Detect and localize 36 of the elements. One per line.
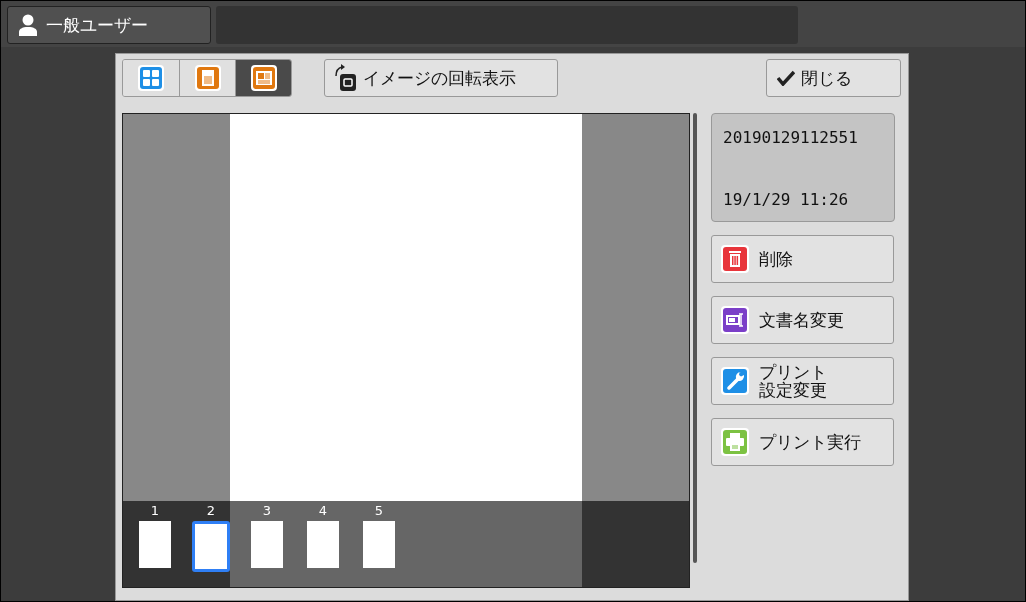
page-number: 4	[318, 503, 328, 519]
document-icon	[249, 64, 278, 92]
grid-icon	[137, 64, 165, 92]
button-label: プリント	[759, 363, 827, 381]
rotate-icon	[333, 64, 357, 92]
button-label: 設定変更	[759, 381, 827, 399]
page-thumbnail[interactable]	[139, 521, 171, 568]
page-number: 2	[206, 503, 216, 519]
page-thumbnail[interactable]	[307, 521, 339, 568]
page-thumbnail[interactable]	[363, 521, 395, 568]
rename-icon	[720, 305, 750, 335]
document-name: 20190129112551	[723, 128, 859, 147]
page-thumbnail[interactable]	[251, 521, 283, 568]
button-label: 削除	[759, 250, 793, 268]
action-button[interactable]: プリント実行	[711, 418, 894, 466]
close-button[interactable]: 閉じる	[766, 59, 901, 97]
document-icon	[193, 64, 222, 92]
button-label: プリント実行	[759, 433, 861, 451]
page-thumbnail[interactable]	[192, 521, 230, 572]
page-number: 5	[374, 503, 384, 519]
check-icon	[777, 70, 795, 86]
action-button[interactable]: 文書名変更	[711, 296, 894, 344]
action-button[interactable]: プリント 設定変更	[711, 357, 894, 405]
wrench-icon	[720, 366, 750, 396]
trash-icon	[720, 244, 750, 274]
user-icon	[18, 14, 38, 36]
rotate-button[interactable]: イメージの回転表示	[324, 59, 558, 97]
page-number: 3	[262, 503, 272, 519]
button-label: 文書名変更	[759, 311, 844, 329]
view-tab[interactable]	[235, 60, 291, 96]
document-date: 19/1/29 11:26	[723, 190, 850, 209]
user-button[interactable]: 一般ユーザー	[7, 6, 211, 44]
printer-icon	[720, 427, 750, 457]
scrollbar[interactable]	[693, 113, 697, 563]
action-button[interactable]: 削除	[711, 235, 894, 283]
page-number: 1	[150, 503, 160, 519]
